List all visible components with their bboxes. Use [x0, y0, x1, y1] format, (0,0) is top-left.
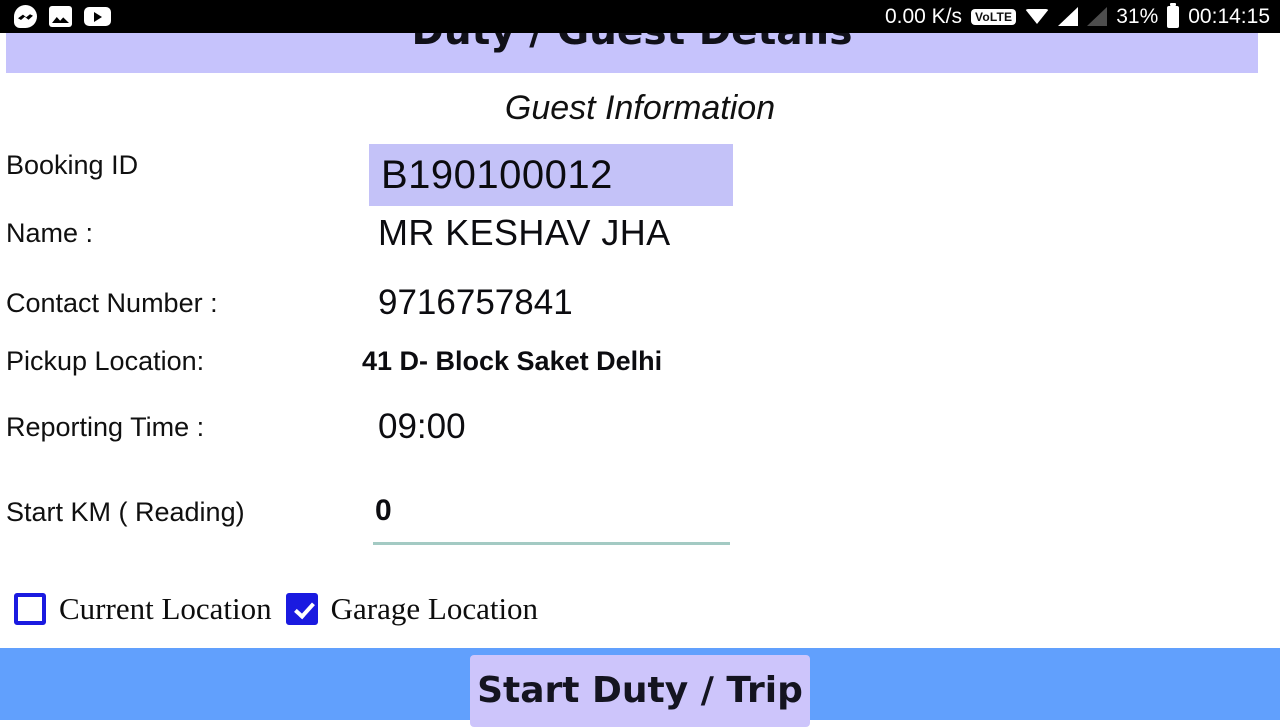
battery-percent-text: 31% [1116, 4, 1159, 28]
checkbox-current-location-label: Current Location [59, 591, 272, 626]
messenger-icon [14, 5, 37, 28]
booking-id-value: B190100012 [381, 152, 613, 197]
status-bar-system-icons: 0.00 K/s VoLTE 31% 00:14:15 [884, 2, 1270, 29]
wifi-icon [1025, 8, 1050, 26]
signal-sim1-icon [1058, 7, 1079, 26]
reporting-time-label: Reporting Time : [6, 411, 205, 442]
booking-id-label: Booking ID [6, 149, 139, 180]
checkbox-garage-location-label: Garage Location [330, 591, 539, 626]
field-row-name: Name : MR KESHAV JHA [0, 209, 1280, 257]
guest-details-form: Guest Information Booking ID B190100012 … [0, 73, 1280, 648]
pickup-location-label: Pickup Location: [6, 345, 205, 376]
reporting-time-value: 09:00 [378, 407, 466, 446]
start-km-input[interactable]: 0 [375, 494, 392, 528]
volte-icon: VoLTE [971, 8, 1017, 25]
field-row-pickup-location: Pickup Location: 41 D- Block Saket Delhi [0, 337, 1280, 385]
start-km-input-underline [373, 542, 730, 545]
battery-icon [1167, 2, 1180, 28]
start-km-label: Start KM ( Reading) [6, 496, 245, 527]
field-row-start-km: Start KM ( Reading) 0 [0, 488, 1280, 545]
name-label: Name : [6, 217, 94, 248]
location-source-options: Current Location Garage Location [0, 584, 1280, 634]
booking-id-highlight: B190100012 [369, 144, 733, 206]
name-value: MR KESHAV JHA [378, 212, 671, 253]
field-row-contact-number: Contact Number : 9716757841 [0, 279, 1280, 327]
checkbox-checked-icon[interactable] [285, 593, 318, 625]
checkbox-current-location[interactable]: Current Location [14, 591, 272, 627]
contact-number-label: Contact Number : [6, 287, 218, 318]
field-row-reporting-time: Reporting Time : 09:00 [0, 403, 1280, 451]
section-title: Guest Information [504, 89, 776, 127]
android-status-bar: 0.00 K/s VoLTE 31% 00:14:15 [0, 0, 1280, 33]
photos-icon [49, 6, 72, 27]
start-duty-trip-button[interactable]: Start Duty / Trip [470, 655, 810, 727]
signal-sim2-icon [1087, 7, 1108, 26]
clock-text: 00:14:15 [1188, 4, 1270, 28]
youtube-icon [84, 7, 111, 26]
contact-number-value: 9716757841 [378, 283, 573, 322]
field-row-booking-id: Booking ID B190100012 [0, 141, 1280, 206]
bottom-action-bar: Start Duty / Trip [0, 648, 1280, 727]
network-speed-text: 0.00 K/s [884, 4, 962, 28]
checkbox-unchecked-icon[interactable] [14, 593, 46, 625]
checkbox-garage-location[interactable]: Garage Location [285, 591, 539, 627]
status-bar-notification-icons [14, 5, 111, 28]
pickup-location-value: 41 D- Block Saket Delhi [362, 345, 663, 376]
app-title-bar: Duty / Guest Details [6, 9, 1258, 73]
